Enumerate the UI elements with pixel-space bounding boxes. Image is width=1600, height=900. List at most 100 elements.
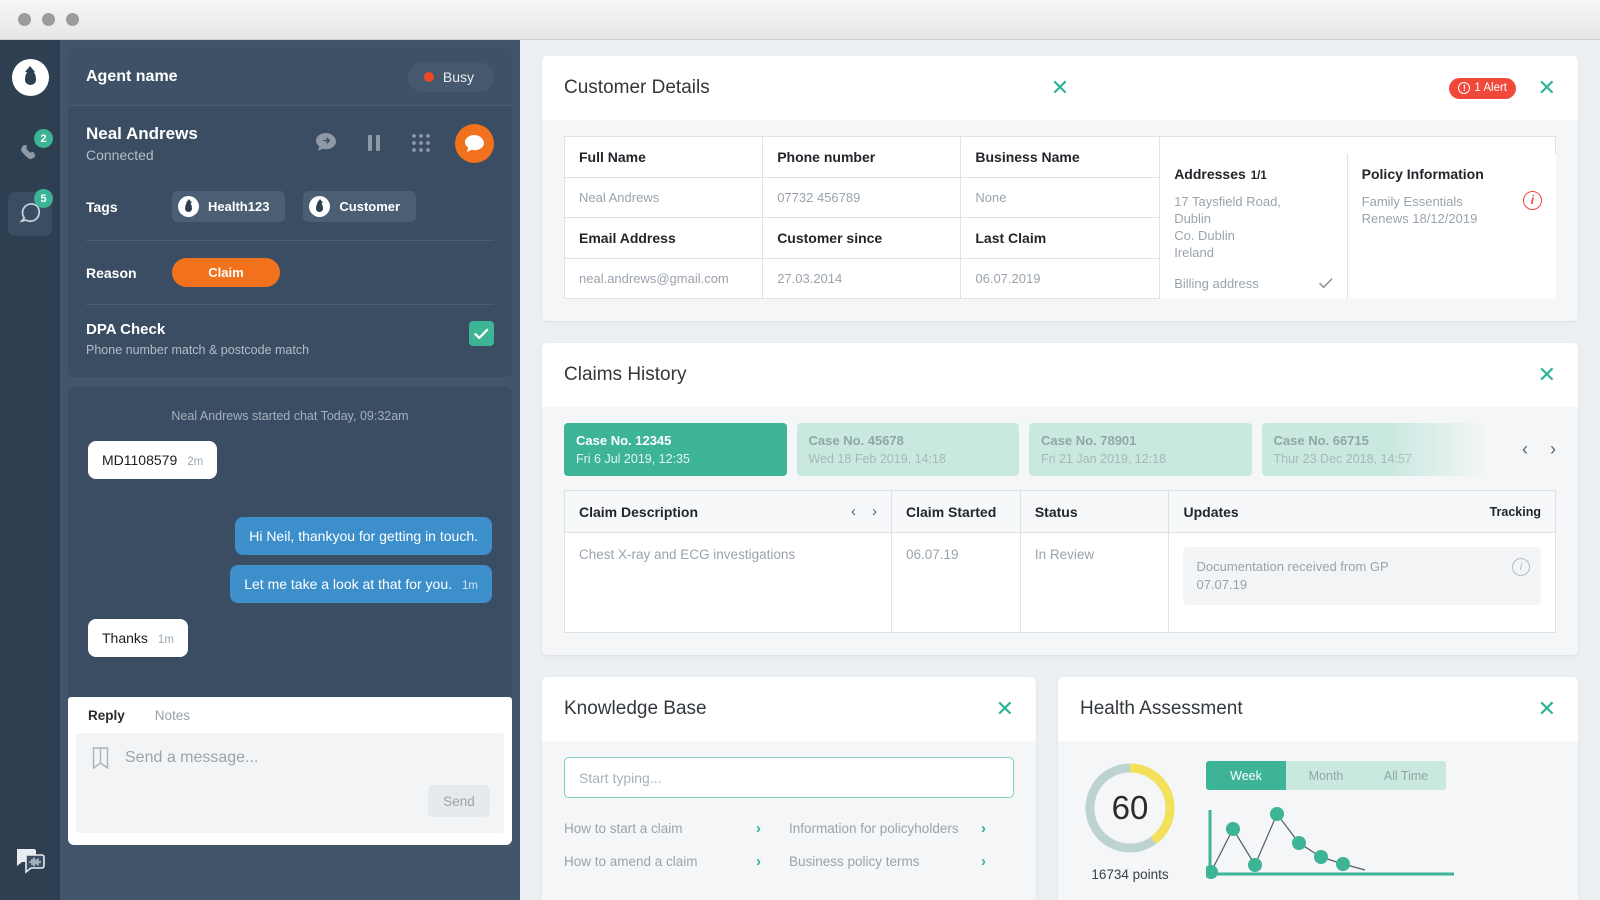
- chat-message-row: Let me take a look at that for you. 1m: [88, 565, 492, 603]
- claim-description-arrows: ‹ ›: [851, 503, 877, 520]
- water-drop-logo-icon: [24, 70, 36, 85]
- cell-claim-started: 06.07.19: [891, 532, 1021, 633]
- agent-status-pill[interactable]: Busy: [407, 61, 494, 92]
- claim-prev-button[interactable]: ‹: [851, 503, 856, 520]
- value-phone-number: 07732 456789: [762, 177, 962, 218]
- health-assessment-close-icon[interactable]: ✕: [1538, 698, 1556, 720]
- update-item[interactable]: Documentation received from GP 07.07.19 …: [1183, 547, 1541, 605]
- composer-placeholder-row: Send a message...: [92, 747, 488, 769]
- kb-link-label: Information for policyholders: [789, 821, 959, 836]
- new-chat-fab-button[interactable]: [455, 123, 494, 163]
- app-logo[interactable]: [11, 59, 49, 96]
- composer-body[interactable]: Send a message... Send: [76, 733, 504, 833]
- activity-chart-area: Week Month All Time: [1204, 761, 1556, 887]
- kb-link-how-to-amend-a-claim[interactable]: How to amend a claim ›: [564, 853, 789, 870]
- customer-details-header: Customer Details ✕ ! 1 Alert ✕: [542, 56, 1578, 120]
- reason-claim-button[interactable]: Claim: [172, 258, 280, 287]
- claim-next-button[interactable]: ›: [872, 503, 877, 520]
- case-number: Case No. 66715: [1273, 433, 1369, 448]
- kb-links-right-column: Information for policyholders › Business…: [789, 820, 1014, 886]
- case-tab[interactable]: Case No. 66715 Thur 23 Dec 2018, 14:57: [1261, 423, 1484, 476]
- tracking-label: Tracking: [1489, 504, 1541, 519]
- composer-tabs: Reply Notes: [68, 697, 512, 733]
- health-assessment-header: Health Assessment ✕: [1058, 677, 1578, 741]
- customer-details-close-icon[interactable]: ✕: [1538, 77, 1556, 99]
- tags-row: Tags Health123 Customer: [68, 169, 512, 240]
- dpa-subtitle: Phone number match & postcode match: [86, 343, 310, 357]
- case-number: Case No. 78901: [1041, 433, 1137, 448]
- window-close-dot[interactable]: [18, 13, 31, 26]
- header-claim-description: Claim Description ‹ ›: [563, 490, 893, 533]
- claims-history-close-icon[interactable]: ✕: [1538, 364, 1556, 386]
- tab-reply[interactable]: Reply: [88, 708, 125, 723]
- value-full-name: Neal Andrews: [563, 177, 764, 218]
- tag-health123[interactable]: Health123: [172, 191, 286, 222]
- kb-link-how-to-start-a-claim[interactable]: How to start a claim ›: [564, 820, 789, 837]
- points-label: 16734 points: [1091, 867, 1169, 882]
- transfer-chat-button[interactable]: [314, 130, 340, 156]
- kb-links-left-column: How to start a claim › How to amend a cl…: [564, 820, 789, 886]
- rail-item-calls[interactable]: 2: [8, 129, 53, 176]
- dialpad-icon: [412, 134, 430, 152]
- pause-button[interactable]: [361, 130, 387, 156]
- case-tab[interactable]: Case No. 45678 Wed 18 Feb 2019, 14:18: [796, 423, 1019, 476]
- case-tabs: Case No. 12345 Fri 6 Jul 2019, 12:35 Cas…: [564, 423, 1556, 476]
- chat-messages: MD1108579 2m Hi Neil, thankyou for getti…: [68, 441, 512, 657]
- dialpad-button[interactable]: [408, 130, 434, 156]
- knowledge-base-title: Knowledge Base: [564, 698, 707, 719]
- knowledge-base-close-icon[interactable]: ✕: [996, 698, 1014, 720]
- window-minimize-dot[interactable]: [42, 13, 55, 26]
- dpa-check-toggle[interactable]: [469, 321, 494, 346]
- case-tab[interactable]: Case No. 12345 Fri 6 Jul 2019, 12:35: [564, 423, 787, 476]
- customer-details-collapse-icon[interactable]: ✕: [1051, 77, 1069, 99]
- updates-label: Updates: [1183, 503, 1239, 520]
- score-donut: 60: [1083, 761, 1177, 855]
- health-assessment-title: Health Assessment: [1080, 698, 1243, 719]
- header-full-name: Full Name: [563, 136, 764, 178]
- table-row: Full Name Phone number Business Name: [563, 136, 1556, 299]
- case-prev-button[interactable]: ‹: [1522, 439, 1528, 460]
- chevron-right-icon: ›: [756, 820, 761, 837]
- window-maximize-dot[interactable]: [66, 13, 79, 26]
- bottom-panels-row: Knowledge Base ✕ Start typing... How to …: [542, 677, 1578, 900]
- knowledge-base-search-input[interactable]: Start typing...: [564, 757, 1014, 798]
- kb-link-information-for-policyholders[interactable]: Information for policyholders ›: [789, 820, 1014, 837]
- update-title: Documentation received from GP: [1196, 559, 1389, 574]
- tag-avatar-icon: [178, 196, 199, 217]
- case-tab[interactable]: Case No. 78901 Fri 21 Jan 2019, 12:18: [1029, 423, 1252, 476]
- alert-badge[interactable]: ! 1 Alert: [1449, 77, 1516, 99]
- claims-history-title: Claims History: [564, 364, 687, 385]
- message-time: 1m: [157, 634, 174, 646]
- score-donut-wrap: 60 16734 points: [1080, 761, 1180, 882]
- dpa-check-row: DPA Check Phone number match & postcode …: [68, 305, 512, 377]
- send-button[interactable]: Send: [428, 785, 490, 817]
- kb-link-business-policy-terms[interactable]: Business policy terms ›: [789, 853, 1014, 870]
- header-customer-since: Customer since: [762, 217, 962, 259]
- rail-item-chats[interactable]: 5: [8, 189, 53, 236]
- health-assessment-content: 60 16734 points Week Month All Time: [1080, 757, 1556, 887]
- range-month-button[interactable]: Month: [1286, 761, 1366, 790]
- composer-placeholder: Send a message...: [125, 749, 259, 766]
- cell-status: In Review: [1019, 532, 1170, 633]
- case-date: Thur 23 Dec 2018, 14:57: [1273, 452, 1412, 466]
- reason-row: Reason Claim: [68, 241, 512, 304]
- kb-link-label: How to start a claim: [564, 821, 683, 836]
- value-last-claim: 06.07.2019: [960, 258, 1160, 299]
- case-next-button[interactable]: ›: [1550, 439, 1556, 460]
- tag-label: Customer: [339, 199, 401, 214]
- rail-item-voice[interactable]: [8, 840, 52, 884]
- agent-column: Agent name Busy Neal Andrews Connected T…: [60, 40, 520, 900]
- range-all-time-button[interactable]: All Time: [1366, 761, 1446, 790]
- tag-customer[interactable]: Customer: [303, 191, 417, 222]
- update-info-icon[interactable]: i: [1512, 558, 1530, 576]
- pause-icon: [368, 135, 380, 151]
- chat-start-text: Neal Andrews started chat Today, 09:32am: [171, 409, 409, 423]
- policy-info-icon[interactable]: i: [1522, 191, 1542, 210]
- tab-notes[interactable]: Notes: [155, 708, 190, 723]
- chevron-right-icon: ›: [756, 853, 761, 870]
- claims-history-panel: Claims History ✕ Case No. 12345 Fri 6 Ju…: [542, 343, 1578, 655]
- message-time: 1m: [462, 580, 478, 592]
- case-number: Case No. 45678: [808, 433, 904, 448]
- header-claim-started: Claim Started: [891, 490, 1021, 533]
- range-week-button[interactable]: Week: [1206, 761, 1286, 790]
